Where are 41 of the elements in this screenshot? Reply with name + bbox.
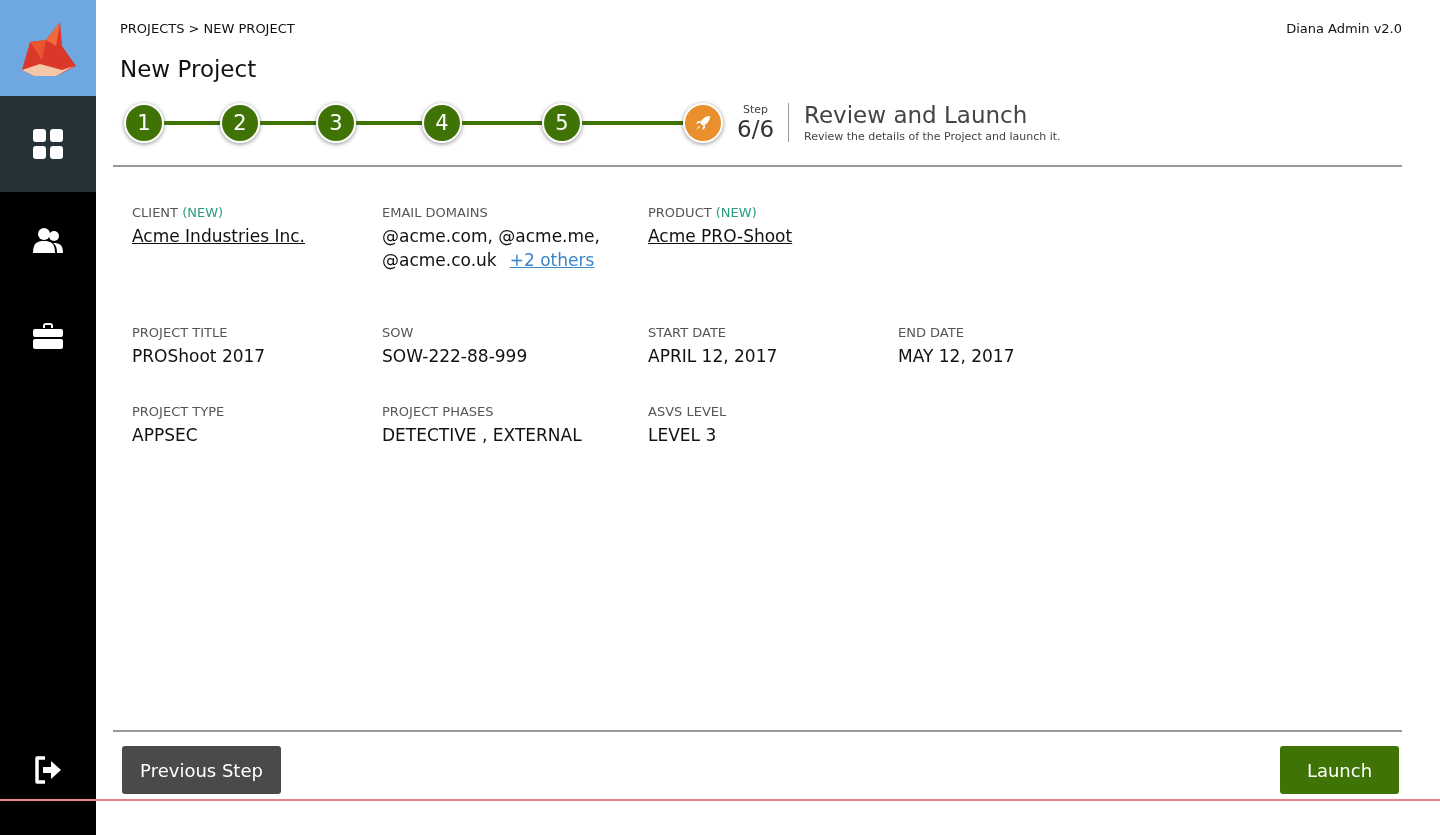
field-label: START DATE <box>648 325 728 340</box>
users-icon <box>33 227 63 253</box>
field-label: PRODUCT (NEW) <box>648 205 758 220</box>
step-circle[interactable]: 3 <box>316 102 356 143</box>
nav-item[interactable] <box>0 96 96 192</box>
field-label: PROJECT PHASES <box>382 404 495 419</box>
field-value: SOW-222-88-999 <box>382 345 529 368</box>
field-value-link[interactable]: Acme PRO-Shoot <box>648 224 793 248</box>
breadcrumb: PROJECTS > NEW PROJECT <box>120 21 295 36</box>
step-title: Review and Launch <box>804 102 1029 128</box>
step-count: 6/6 <box>737 116 774 142</box>
step-circle[interactable]: 2 <box>220 102 260 143</box>
field-value: APPSEC <box>132 424 199 447</box>
field-label: END DATE <box>898 325 965 340</box>
step-circle[interactable]: 5 <box>542 102 582 143</box>
field-label: PROJECT TITLE <box>132 325 229 340</box>
field-value-link[interactable]: Acme Industries Inc. <box>132 224 305 248</box>
field-value: MAY 12, 2017 <box>898 345 1016 368</box>
field-label: PROJECT TYPE <box>132 404 226 419</box>
field-value: PROShoot 2017 <box>132 345 267 368</box>
field-label: ASVS LEVEL <box>648 404 728 419</box>
logout-icon <box>33 755 63 785</box>
step-circle[interactable]: 4 <box>422 102 462 143</box>
rocket-icon <box>695 114 711 131</box>
step-caption: Step <box>743 103 769 116</box>
page-title: New Project <box>120 56 258 82</box>
field-value: LEVEL 3 <box>648 424 718 447</box>
dashboard-icon <box>33 129 63 159</box>
field-label: EMAIL DOMAINS <box>382 205 489 220</box>
field-label: CLIENT (NEW) <box>132 205 225 220</box>
field-value: APRIL 12, 2017 <box>648 345 779 368</box>
launch-button[interactable]: Launch <box>1280 746 1399 794</box>
field-value: @acme.com, @acme.me, @acme.co.uk +2 others <box>382 225 601 272</box>
version-label: Diana Admin v2.0 <box>1286 21 1402 36</box>
previous-step-button[interactable]: Previous Step <box>122 746 281 794</box>
step-description: Review the details of the Project and launch it. <box>804 130 1061 143</box>
step-circle[interactable]: 1 <box>124 102 164 143</box>
field-value: DETECTIVE , EXTERNAL <box>382 424 583 447</box>
more-link[interactable]: +2 others <box>509 250 595 270</box>
briefcase-icon <box>33 323 63 349</box>
field-label: SOW <box>382 325 415 340</box>
